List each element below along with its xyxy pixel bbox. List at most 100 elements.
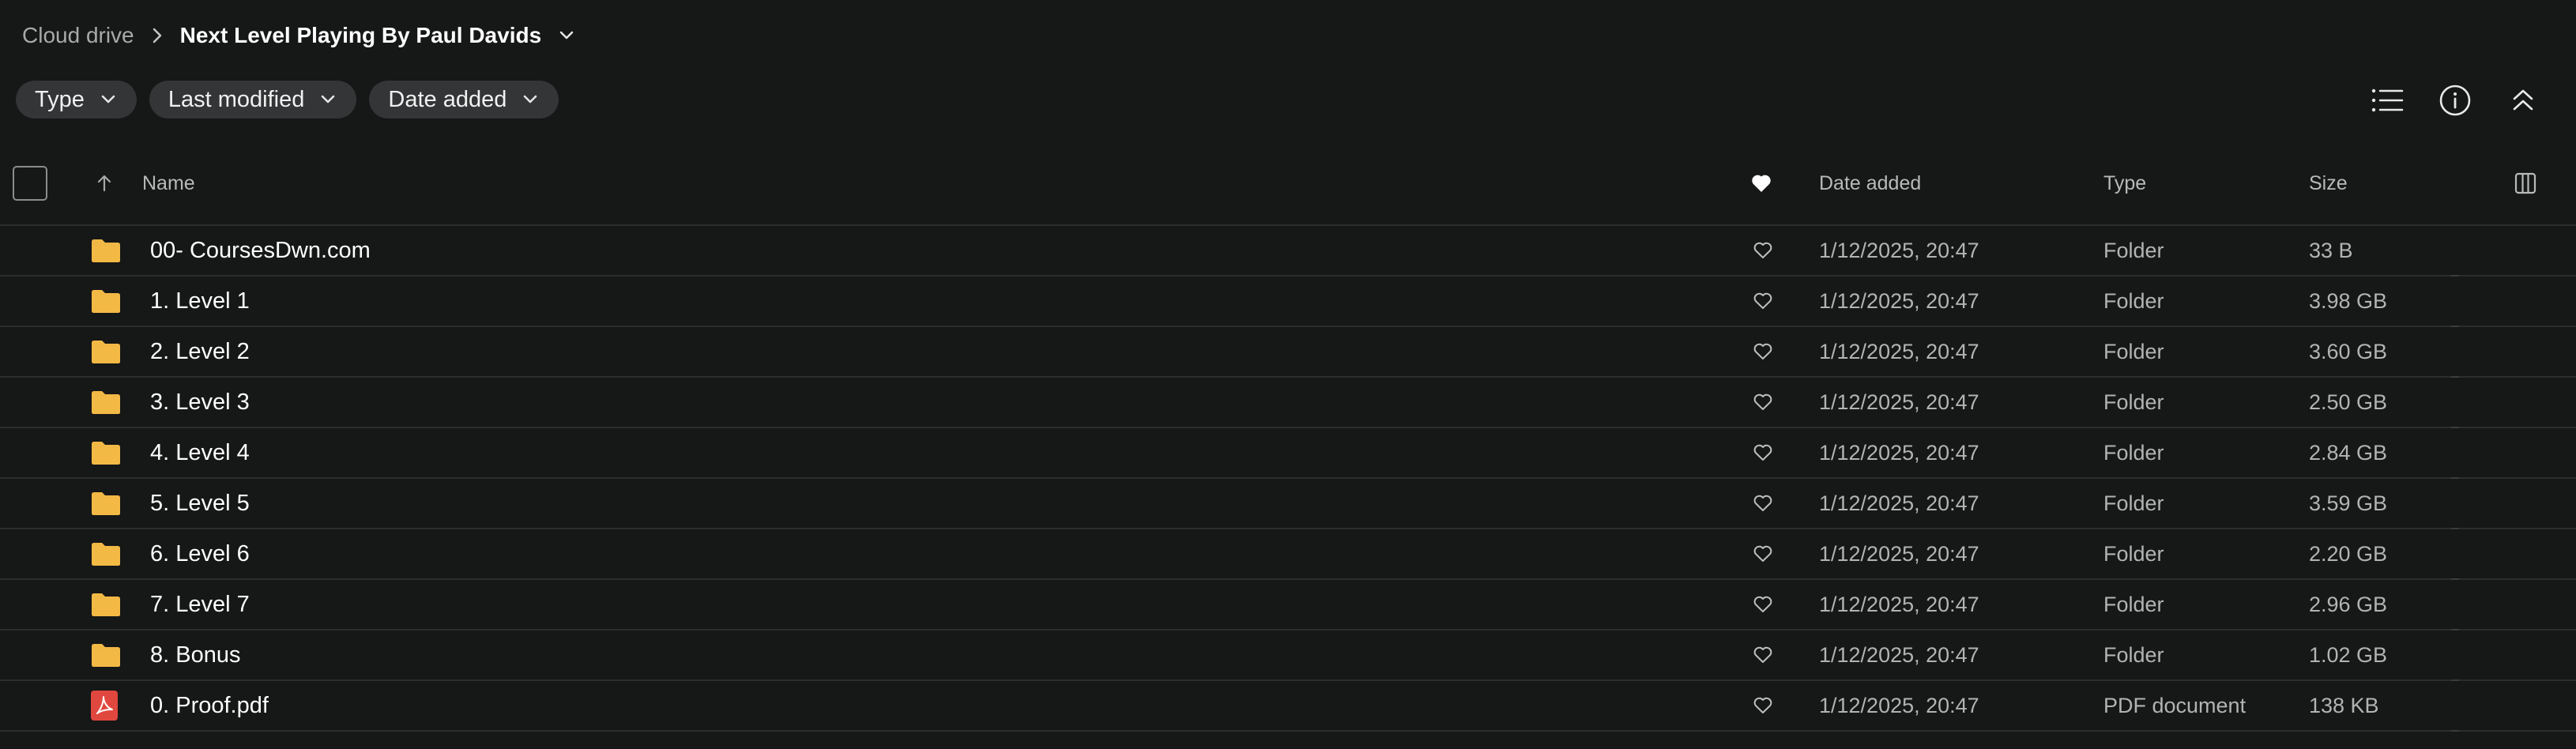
date-added: 1/12/2025, 20:47 bbox=[1819, 288, 1979, 313]
breadcrumb: Cloud drive Next Level Playing By Paul D… bbox=[22, 16, 574, 55]
file-list: 00- CoursesDwn.com 1/12/2025, 20:47 Fold… bbox=[0, 226, 2576, 732]
date-added: 1/12/2025, 20:47 bbox=[1819, 491, 1979, 515]
date-added: 1/12/2025, 20:47 bbox=[1819, 693, 1979, 717]
folder-icon bbox=[90, 580, 123, 629]
file-type: Folder bbox=[2103, 642, 2164, 667]
table-row[interactable]: 6. Level 6 1/12/2025, 20:47 Folder 2.20 … bbox=[0, 529, 2576, 580]
folder-icon bbox=[90, 479, 123, 528]
favourite-outline-icon[interactable] bbox=[1753, 378, 1773, 427]
date-added: 1/12/2025, 20:47 bbox=[1819, 642, 1979, 667]
date-added: 1/12/2025, 20:47 bbox=[1819, 238, 1979, 262]
favourite-filled-icon[interactable] bbox=[1751, 142, 1772, 224]
filter-bar: Type Last modified Date added bbox=[16, 81, 559, 119]
filter-type-label: Type bbox=[35, 86, 85, 112]
file-name[interactable]: 1. Level 1 bbox=[150, 277, 250, 326]
filter-last-modified-label: Last modified bbox=[168, 86, 305, 112]
filter-type-button[interactable]: Type bbox=[16, 81, 137, 119]
chevron-down-icon bbox=[522, 94, 538, 105]
date-added: 1/12/2025, 20:47 bbox=[1819, 541, 1979, 566]
favourite-outline-icon[interactable] bbox=[1753, 681, 1773, 730]
file-size: 3.59 GB bbox=[2309, 491, 2388, 515]
column-header-type[interactable]: Type bbox=[2103, 142, 2146, 224]
file-name[interactable]: 8. Bonus bbox=[150, 630, 240, 679]
table-row[interactable]: 1. Level 1 1/12/2025, 20:47 Folder 3.98 … bbox=[0, 277, 2576, 327]
info-icon[interactable] bbox=[2437, 82, 2473, 119]
file-name[interactable]: 4. Level 4 bbox=[150, 428, 250, 477]
chevron-down-icon bbox=[100, 94, 116, 105]
file-name[interactable]: 7. Level 7 bbox=[150, 580, 250, 629]
file-type: Folder bbox=[2103, 440, 2164, 465]
file-type: Folder bbox=[2103, 491, 2164, 515]
table-row[interactable]: 3. Level 3 1/12/2025, 20:47 Folder 2.50 … bbox=[0, 378, 2576, 428]
filter-last-modified-button[interactable]: Last modified bbox=[149, 81, 357, 119]
row-divider-mark bbox=[2451, 730, 2459, 732]
column-header-name[interactable]: Name bbox=[142, 142, 195, 224]
column-header-size[interactable]: Size bbox=[2309, 142, 2348, 224]
folder-icon bbox=[90, 428, 123, 477]
date-added: 1/12/2025, 20:47 bbox=[1819, 339, 1979, 363]
table-header: Name Date added Type Size bbox=[0, 142, 2576, 226]
collapse-icon[interactable] bbox=[2505, 82, 2541, 119]
file-name[interactable]: 6. Level 6 bbox=[150, 529, 250, 578]
filter-date-added-button[interactable]: Date added bbox=[369, 81, 559, 119]
file-size: 2.96 GB bbox=[2309, 592, 2388, 616]
file-type: Folder bbox=[2103, 339, 2164, 363]
folder-icon bbox=[90, 630, 123, 679]
pdf-icon bbox=[90, 681, 123, 730]
list-view-icon[interactable] bbox=[2369, 82, 2405, 119]
column-header-date-added[interactable]: Date added bbox=[1819, 142, 1921, 224]
table-row[interactable]: 4. Level 4 1/12/2025, 20:47 Folder 2.84 … bbox=[0, 428, 2576, 479]
current-folder-title: Next Level Playing By Paul Davids bbox=[179, 23, 542, 47]
chevron-right-icon bbox=[152, 27, 163, 44]
file-size: 2.84 GB bbox=[2309, 440, 2388, 465]
columns-settings-icon[interactable] bbox=[2514, 142, 2536, 224]
file-type: Folder bbox=[2103, 238, 2164, 262]
select-all-checkbox[interactable] bbox=[13, 166, 47, 201]
file-size: 2.20 GB bbox=[2309, 541, 2388, 566]
file-name[interactable]: 3. Level 3 bbox=[150, 378, 250, 427]
favourite-outline-icon[interactable] bbox=[1753, 277, 1773, 326]
file-name[interactable]: 2. Level 2 bbox=[150, 327, 250, 376]
table-row[interactable]: 7. Level 7 1/12/2025, 20:47 Folder 2.96 … bbox=[0, 580, 2576, 630]
file-type: Folder bbox=[2103, 541, 2164, 566]
file-size: 2.50 GB bbox=[2309, 390, 2388, 414]
table-row[interactable]: 8. Bonus 1/12/2025, 20:47 Folder 1.02 GB bbox=[0, 630, 2576, 681]
table-row[interactable]: 2. Level 2 1/12/2025, 20:47 Folder 3.60 … bbox=[0, 327, 2576, 378]
breadcrumb-current-folder[interactable]: Next Level Playing By Paul Davids bbox=[180, 23, 575, 48]
favourite-outline-icon[interactable] bbox=[1753, 479, 1773, 528]
file-name[interactable]: 5. Level 5 bbox=[150, 479, 250, 528]
table-row[interactable]: 5. Level 5 1/12/2025, 20:47 Folder 3.59 … bbox=[0, 479, 2576, 529]
date-added: 1/12/2025, 20:47 bbox=[1819, 592, 1979, 616]
file-size: 3.60 GB bbox=[2309, 339, 2388, 363]
chevron-down-icon bbox=[320, 94, 336, 105]
table-row[interactable]: 00- CoursesDwn.com 1/12/2025, 20:47 Fold… bbox=[0, 226, 2576, 277]
favourite-outline-icon[interactable] bbox=[1753, 630, 1773, 679]
view-toolbar bbox=[2369, 82, 2541, 119]
date-added: 1/12/2025, 20:47 bbox=[1819, 390, 1979, 414]
favourite-outline-icon[interactable] bbox=[1753, 428, 1773, 477]
breadcrumb-cloud-drive[interactable]: Cloud drive bbox=[22, 23, 134, 48]
folder-icon bbox=[90, 378, 123, 427]
file-type: Folder bbox=[2103, 592, 2164, 616]
table-row[interactable]: 0. Proof.pdf 1/12/2025, 20:47 PDF docume… bbox=[0, 681, 2576, 732]
favourite-outline-icon[interactable] bbox=[1753, 529, 1773, 578]
file-type: PDF document bbox=[2103, 693, 2246, 717]
folder-icon bbox=[90, 226, 123, 275]
file-type: Folder bbox=[2103, 390, 2164, 414]
folder-icon bbox=[90, 529, 123, 578]
file-type: Folder bbox=[2103, 288, 2164, 313]
favourite-outline-icon[interactable] bbox=[1753, 226, 1773, 275]
folder-icon bbox=[90, 327, 123, 376]
chevron-down-icon[interactable] bbox=[559, 30, 574, 41]
file-name[interactable]: 00- CoursesDwn.com bbox=[150, 226, 371, 275]
file-table: Name Date added Type Size 00- CoursesDwn… bbox=[0, 142, 2576, 732]
date-added: 1/12/2025, 20:47 bbox=[1819, 440, 1979, 465]
file-size: 3.98 GB bbox=[2309, 288, 2388, 313]
file-size: 33 B bbox=[2309, 238, 2353, 262]
favourite-outline-icon[interactable] bbox=[1753, 580, 1773, 629]
file-name[interactable]: 0. Proof.pdf bbox=[150, 681, 269, 730]
favourite-outline-icon[interactable] bbox=[1753, 327, 1773, 376]
sort-ascending-icon[interactable] bbox=[96, 142, 112, 224]
file-size: 138 KB bbox=[2309, 693, 2379, 717]
file-size: 1.02 GB bbox=[2309, 642, 2388, 667]
